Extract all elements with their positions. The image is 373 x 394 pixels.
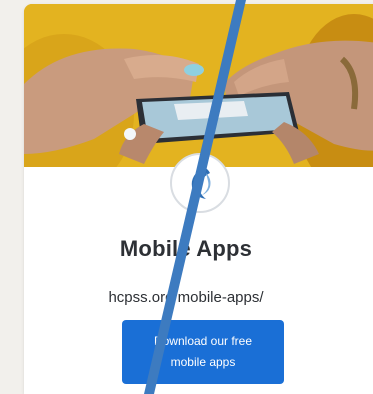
download-apps-button[interactable]: Download our free mobile apps — [122, 320, 284, 384]
hero-image — [24, 4, 373, 167]
page: Mobile Apps hcpss.org/mobile-apps/ Downl… — [0, 0, 373, 394]
card-title: Mobile Apps — [119, 236, 253, 261]
mobile-apps-card: Mobile Apps hcpss.org/mobile-apps/ Downl… — [24, 4, 373, 394]
card-url: hcpss.org/mobile-apps/ — [108, 289, 264, 306]
hcpss-logo-icon — [191, 167, 211, 199]
hands-holding-phone-photo — [24, 4, 373, 167]
hcpss-logo — [170, 153, 230, 213]
